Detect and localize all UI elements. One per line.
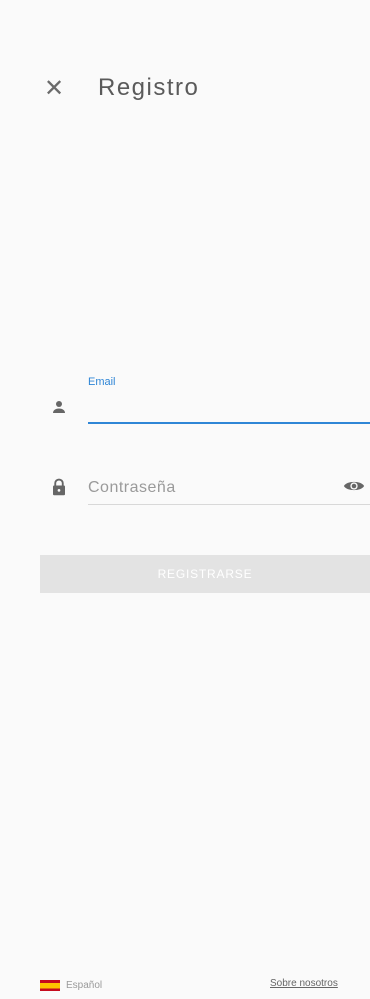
eye-icon [343, 478, 365, 499]
email-label: Email [88, 376, 116, 388]
toggle-password-visibility-button[interactable] [340, 476, 368, 500]
person-icon [46, 394, 72, 420]
email-field[interactable] [88, 396, 370, 424]
close-button[interactable]: ✕ [40, 74, 68, 102]
language-label: Español [66, 979, 103, 991]
spain-flag-icon [40, 979, 60, 991]
lock-icon [46, 474, 72, 500]
header-bar: ✕ Registro [0, 60, 370, 116]
close-icon: ✕ [43, 74, 65, 102]
password-field[interactable] [88, 472, 370, 505]
page-title: Registro [98, 74, 200, 101]
about-us-link[interactable]: Sobre nosotros [270, 978, 370, 989]
language-selector[interactable]: Español [40, 975, 102, 995]
password-field-group [0, 460, 370, 530]
footer: Español Sobre nosotros [0, 975, 370, 995]
email-field-group: Email [0, 368, 370, 438]
register-button[interactable]: REGISTRARSE [40, 555, 370, 593]
